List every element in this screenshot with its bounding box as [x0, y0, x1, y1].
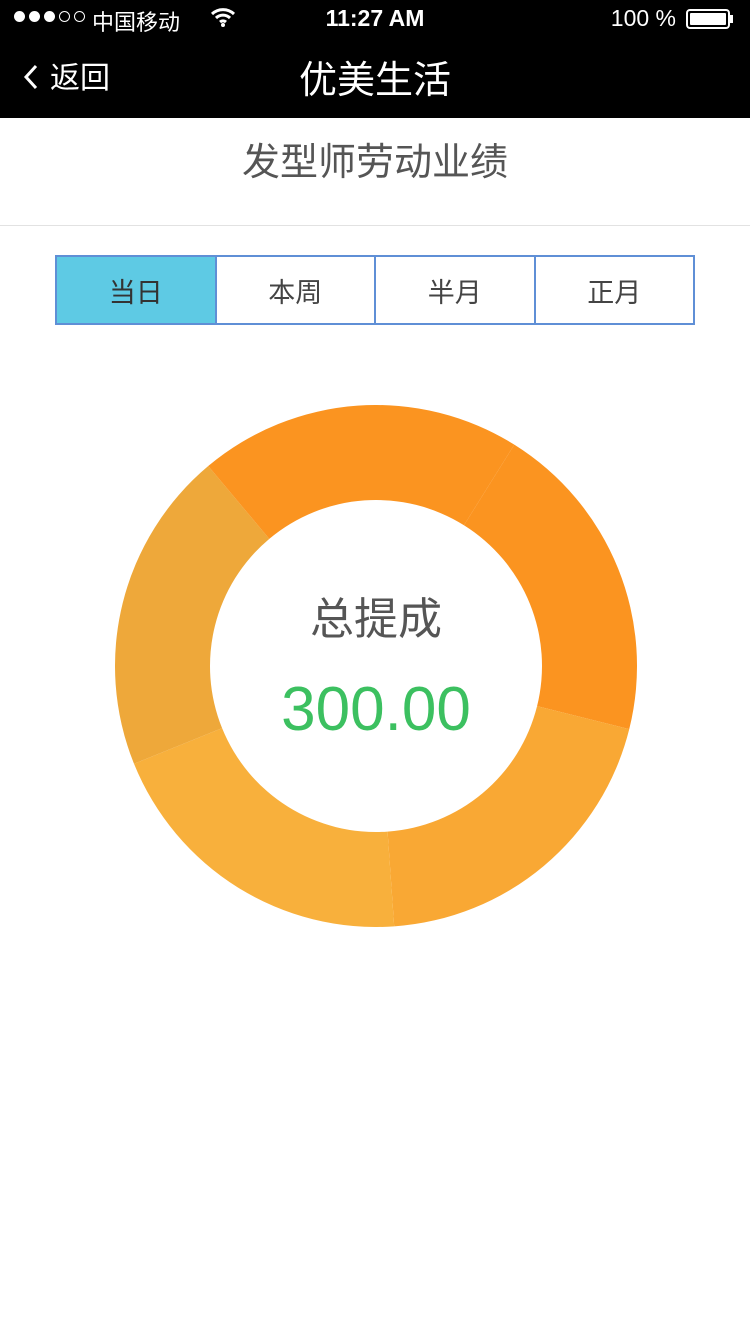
- tab-full-month[interactable]: 正月: [533, 257, 693, 323]
- tab-week[interactable]: 本周: [214, 257, 374, 323]
- navigation-bar: 返回 优美生活: [0, 40, 750, 118]
- period-tabs: 当日 本周 半月 正月: [55, 255, 695, 325]
- tab-half-month[interactable]: 半月: [374, 257, 534, 323]
- total-commission-label: 总提成: [310, 594, 442, 645]
- tab-today[interactable]: 当日: [57, 257, 215, 323]
- donut-chart: 总提成 300.00: [115, 405, 637, 927]
- nav-title: 优美生活: [298, 58, 451, 102]
- status-bar: 中国移动 11:27 AM 100 %: [0, 0, 750, 40]
- donut-segment-3: [134, 728, 395, 927]
- battery-icon: [686, 9, 734, 29]
- battery-percentage: 100 %: [610, 5, 676, 31]
- donut-chart-svg: [115, 405, 637, 927]
- page-title: 发型师劳动业绩: [0, 118, 750, 226]
- total-commission-value: 300.00: [281, 675, 471, 744]
